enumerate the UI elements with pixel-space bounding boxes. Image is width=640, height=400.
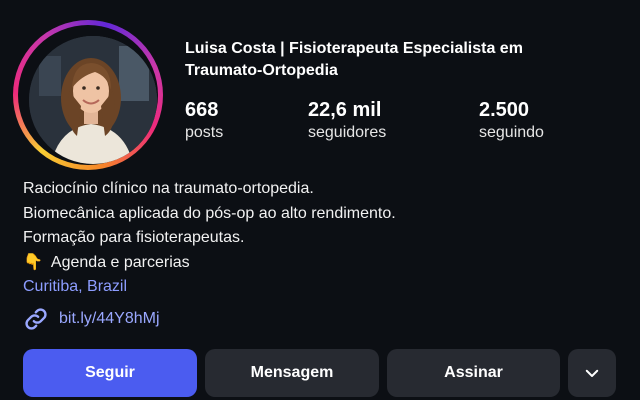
profile-bio: Raciocínio clínico na traumato-ortopedia… xyxy=(23,177,623,300)
followers-label: seguidores xyxy=(308,124,387,141)
profile-name-line2: Traumato-Ortopedia xyxy=(185,62,338,79)
posts-count: 668 xyxy=(185,99,219,121)
more-options-button[interactable] xyxy=(568,349,616,397)
following-count: 2.500 xyxy=(479,99,530,121)
location-link[interactable]: Curitiba, Brazil xyxy=(23,275,623,300)
avatar-gap xyxy=(18,25,158,165)
subscribe-button[interactable]: Assinar xyxy=(387,349,560,397)
bio-line-3: Formação para fisioterapeutas. xyxy=(23,229,245,246)
follow-button[interactable]: Seguir xyxy=(23,349,197,397)
profile-name: Luisa Costa | Fisioterapeuta Especialist… xyxy=(185,38,615,82)
message-button[interactable]: Mensagem xyxy=(205,349,379,397)
followers-count: 22,6 mil xyxy=(308,99,382,121)
avatar-illustration xyxy=(29,36,157,164)
posts-stat[interactable]: 668 posts xyxy=(185,98,223,144)
pointing-down-icon: 👇 xyxy=(23,253,43,271)
chevron-down-icon xyxy=(585,369,599,377)
following-label: seguindo xyxy=(479,124,544,141)
profile-name-line1: Luisa Costa | Fisioterapeuta Especialist… xyxy=(185,40,523,57)
bio-line-4-text: Agenda e parcerias xyxy=(50,253,190,271)
posts-label: posts xyxy=(185,124,224,141)
link-icon xyxy=(25,308,47,330)
profile-link[interactable]: bit.ly/44Y8hMj xyxy=(23,306,160,332)
followers-stat[interactable]: 22,6 mil seguidores xyxy=(308,98,386,144)
profile-avatar[interactable] xyxy=(13,20,163,170)
avatar-photo xyxy=(29,36,157,164)
bio-line-1: Raciocínio clínico na traumato-ortopedia… xyxy=(23,180,314,197)
bio-line-2: Biomecânica aplicada do pós-op ao alto r… xyxy=(23,204,396,222)
profile-link-text[interactable]: bit.ly/44Y8hMj xyxy=(59,310,160,328)
bio-line-4: 👇 Agenda e parcerias xyxy=(23,251,623,276)
following-stat[interactable]: 2.500 seguindo xyxy=(479,98,544,144)
